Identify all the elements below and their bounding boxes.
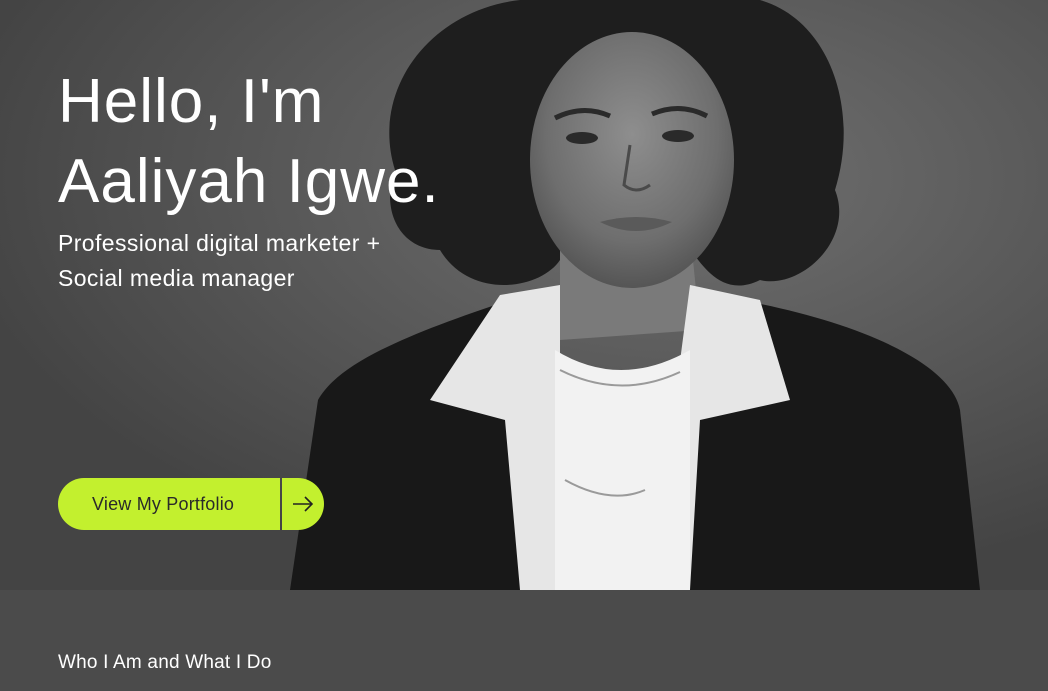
hero-title-line-1: Hello, I'm: [58, 67, 325, 136]
hero-title: Hello, I'm Aaliyah Igwe.: [58, 62, 440, 222]
about-heading: Who I Am and What I Do: [58, 652, 272, 673]
hero-section: Hello, I'm Aaliyah Igwe. Professional di…: [0, 0, 1048, 590]
hero-subtitle: Professional digital marketer + Social m…: [58, 226, 380, 296]
view-portfolio-label[interactable]: View My Portfolio: [58, 478, 280, 530]
hero-title-line-2: Aaliyah Igwe.: [58, 147, 440, 216]
view-portfolio-button[interactable]: View My Portfolio: [58, 478, 324, 530]
hero-subtitle-line-1: Professional digital marketer +: [58, 230, 381, 256]
arrow-right-icon[interactable]: [282, 478, 324, 530]
about-section: Who I Am and What I Do: [0, 590, 1048, 691]
page: Hello, I'm Aaliyah Igwe. Professional di…: [0, 0, 1048, 691]
hero-subtitle-line-2: Social media manager: [58, 265, 295, 291]
